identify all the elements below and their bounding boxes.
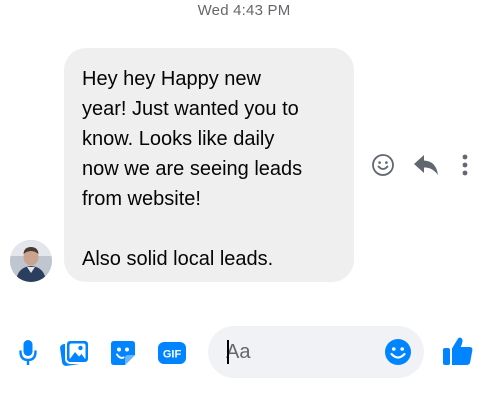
message-text: Hey hey Happy new year! Just wanted you … bbox=[82, 68, 303, 270]
like-button[interactable] bbox=[440, 334, 476, 368]
avatar[interactable] bbox=[10, 240, 52, 282]
reply-button[interactable] bbox=[412, 150, 440, 180]
thumbs-up-icon bbox=[443, 337, 473, 365]
emoji-icon bbox=[385, 339, 411, 365]
attach-image-button[interactable] bbox=[58, 336, 92, 370]
gif-button[interactable]: GIF bbox=[156, 336, 188, 370]
image-icon bbox=[60, 339, 90, 366]
gif-label: GIF bbox=[163, 349, 182, 361]
microphone-icon bbox=[19, 340, 37, 365]
emoji-button[interactable] bbox=[384, 338, 412, 366]
message-bubble[interactable]: Hey hey Happy new year! Just wanted you … bbox=[64, 48, 354, 282]
gif-icon: GIF bbox=[158, 342, 186, 364]
more-button[interactable] bbox=[458, 150, 472, 180]
avatar-image bbox=[10, 240, 52, 282]
smiley-icon bbox=[372, 154, 394, 176]
text-caret bbox=[227, 340, 229, 364]
sticker-icon bbox=[111, 341, 135, 365]
sticker-button[interactable] bbox=[108, 336, 138, 370]
message-input[interactable] bbox=[226, 326, 386, 378]
message-timestamp: Wed 4:43 PM bbox=[197, 2, 291, 19]
message-actions bbox=[370, 150, 480, 180]
react-button[interactable] bbox=[370, 150, 396, 180]
reply-icon bbox=[414, 155, 438, 175]
message-composer: GIF bbox=[0, 320, 488, 388]
message-input-wrapper bbox=[208, 326, 424, 378]
voice-clip-button[interactable] bbox=[16, 336, 40, 370]
more-icon bbox=[462, 154, 468, 176]
